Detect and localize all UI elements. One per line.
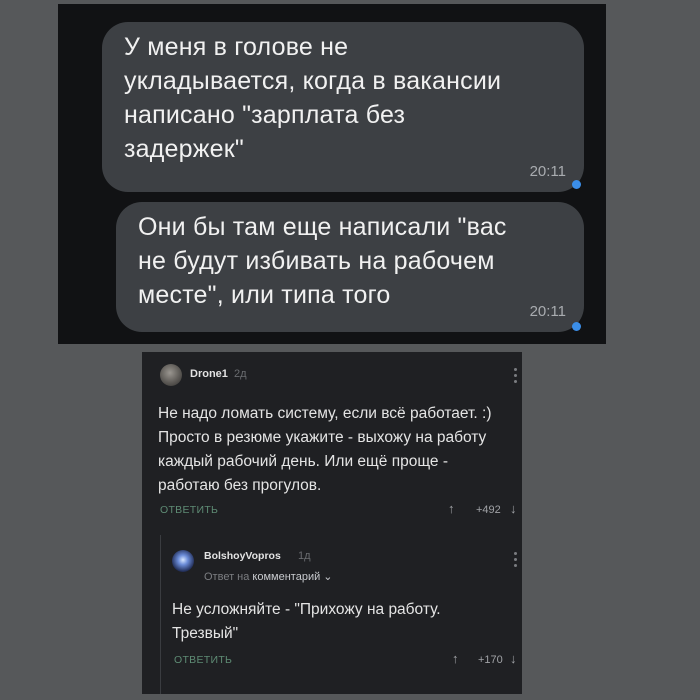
- reply-to-link[interactable]: Ответ на комментарий ⌄: [204, 570, 333, 583]
- reply-target: комментарий: [252, 571, 321, 583]
- message-time: 20:11: [529, 303, 566, 320]
- comment-text: Не усложняйте - "Прихожу на работу. Трез…: [172, 601, 441, 642]
- avatar[interactable]: [160, 364, 182, 386]
- avatar[interactable]: [172, 550, 194, 572]
- read-indicator-icon: [572, 180, 581, 189]
- comment-author[interactable]: Drone1: [190, 368, 228, 380]
- downvote-icon[interactable]: ↓: [510, 651, 517, 666]
- reply-button[interactable]: ОТВЕТИТЬ: [174, 654, 232, 666]
- thread-line: [160, 535, 161, 694]
- comment-age: 2д: [234, 368, 247, 380]
- downvote-icon[interactable]: ↓: [510, 501, 517, 516]
- reply-prefix: Ответ на: [204, 571, 250, 583]
- reply-button[interactable]: ОТВЕТИТЬ: [160, 504, 218, 516]
- upvote-icon[interactable]: ↑: [452, 651, 459, 666]
- message-bubble[interactable]: Они бы там еще написали "вас не будут из…: [116, 202, 584, 332]
- comment-text: Не надо ломать систему, если всё работае…: [158, 405, 492, 494]
- comment-author[interactable]: BolshoyVopros: [204, 550, 281, 562]
- comments-panel: Drone1 2д Не надо ломать систему, если в…: [142, 352, 522, 694]
- read-indicator-icon: [572, 322, 581, 331]
- comment-score: +492: [476, 504, 501, 516]
- message-bubble[interactable]: У меня в голове не укладывается, когда в…: [102, 22, 584, 192]
- more-options-icon[interactable]: [514, 368, 517, 386]
- more-options-icon[interactable]: [514, 552, 517, 570]
- comment-age: 1д: [298, 550, 311, 562]
- chevron-down-icon: ⌄: [323, 571, 333, 583]
- message-time: 20:11: [529, 163, 566, 180]
- comment-score: +170: [478, 654, 503, 666]
- message-text: У меня в голове не укладывается, когда в…: [124, 33, 502, 163]
- chat-panel: У меня в голове не укладывается, когда в…: [58, 4, 606, 344]
- message-text: Они бы там еще написали "вас не будут из…: [138, 213, 507, 309]
- upvote-icon[interactable]: ↑: [448, 501, 455, 516]
